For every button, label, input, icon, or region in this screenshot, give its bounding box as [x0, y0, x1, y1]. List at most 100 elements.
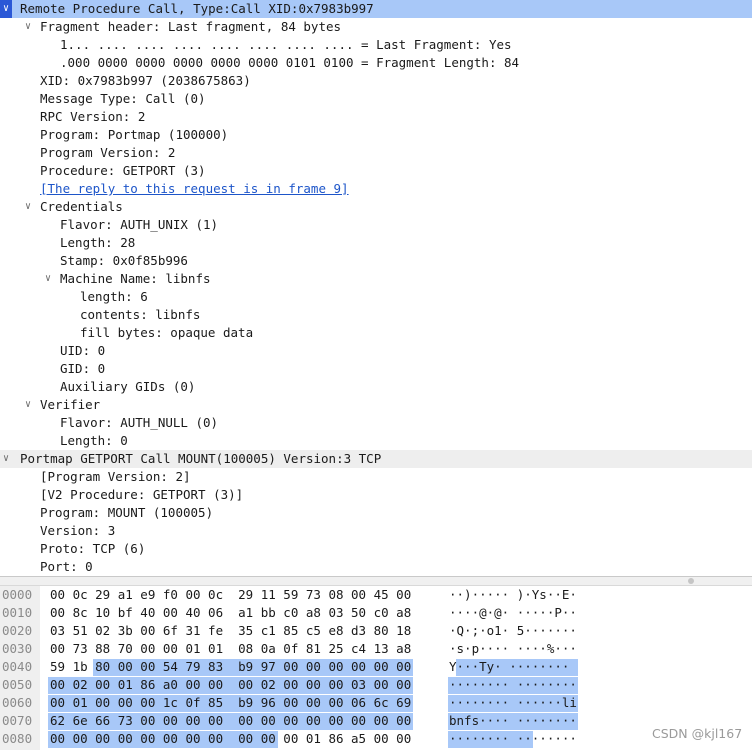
hex-offset: 0010 — [2, 605, 33, 620]
hex-bytes: 62 6e 66 73 00 00 00 00 00 00 00 00 00 0… — [50, 713, 412, 728]
tree-field-row[interactable]: Flavor: AUTH_NULL (0) — [0, 414, 752, 432]
tree-field-row[interactable]: Program: MOUNT (100005) — [0, 504, 752, 522]
tree-field-row[interactable]: XID: 0x7983b997 (2038675863) — [0, 72, 752, 90]
tree-label: GID: 0 — [60, 361, 106, 376]
tree-label: [V2 Procedure: GETPORT (3)] — [40, 487, 244, 502]
ascii-bytes: ··)····· )·Ys··E· — [449, 587, 577, 602]
tree-field-row[interactable]: contents: libnfs — [0, 306, 752, 324]
expand-toggle-icon[interactable]: ∨ — [22, 396, 34, 414]
tree-label: Portmap GETPORT Call MOUNT(100005) Versi… — [20, 451, 382, 466]
tree-field-row[interactable]: .000 0000 0000 0000 0000 0000 0101 0100 … — [0, 54, 752, 72]
tree-field-row[interactable]: ∨ Fragment header: Last fragment, 84 byte… — [0, 18, 752, 36]
tree-field-row[interactable]: GID: 0 — [0, 360, 752, 378]
tree-label: Remote Procedure Call, Type:Call XID:0x7… — [20, 1, 374, 16]
hex-bytes: 00 00 00 00 00 00 00 00 00 00 00 01 86 a… — [50, 731, 412, 746]
tree-label: Stamp: 0x0f85b996 — [60, 253, 188, 268]
packet-bytes-pane[interactable]: 0000 00 0c 29 a1 e9 f0 00 0c 29 11 59 73 … — [0, 586, 752, 750]
tree-field-row[interactable]: ∨ Verifier — [0, 396, 752, 414]
tree-label: Credentials — [40, 199, 123, 214]
tree-label: Port: 0 — [40, 559, 93, 574]
tree-field-row[interactable]: Flavor: AUTH_UNIX (1) — [0, 216, 752, 234]
hex-bytes: 00 0c 29 a1 e9 f0 00 0c 29 11 59 73 08 0… — [50, 587, 412, 602]
frame-link[interactable]: [The reply to this request is in frame 9… — [40, 180, 349, 198]
tree-field-row[interactable]: Proto: TCP (6) — [0, 540, 752, 558]
hex-line[interactable]: 0040 59 1b 80 00 00 54 79 83 b9 97 00 00 … — [0, 658, 752, 676]
expand-toggle-icon[interactable]: ∨ — [0, 450, 12, 468]
tree-field-row[interactable]: Message Type: Call (0) — [0, 90, 752, 108]
tree-label: UID: 0 — [60, 343, 106, 358]
ascii-bytes: ·s·p···· ····%··· — [449, 641, 577, 656]
tree-label: Program: Portmap (100000) — [40, 127, 229, 142]
tree-field-row[interactable]: Length: 28 — [0, 234, 752, 252]
tree-label: [Program Version: 2] — [40, 469, 191, 484]
tree-label: Procedure: GETPORT (3) — [40, 163, 206, 178]
tree-label: fill bytes: opaque data — [80, 325, 254, 340]
hex-bytes: 03 51 02 3b 00 6f 31 fe 35 c1 85 c5 e8 d… — [50, 623, 412, 638]
hex-bytes: 59 1b 80 00 00 54 79 83 b9 97 00 00 00 0… — [50, 659, 412, 674]
tree-field-row[interactable]: Stamp: 0x0f85b996 — [0, 252, 752, 270]
tree-field-row[interactable]: [The reply to this request is in frame 9… — [0, 180, 752, 198]
tree-field-row[interactable]: RPC Version: 2 — [0, 108, 752, 126]
tree-label: 1... .... .... .... .... .... .... .... … — [60, 37, 512, 52]
tree-field-row[interactable]: Procedure: GETPORT (3) — [0, 162, 752, 180]
tree-field-row[interactable]: ∨ Credentials — [0, 198, 752, 216]
tree-label: Auxiliary GIDs (0) — [60, 379, 196, 394]
ascii-bytes: ····@·@· ·····P·· — [449, 605, 577, 620]
tree-label: length: 6 — [80, 289, 148, 304]
splitter-handle[interactable] — [688, 578, 694, 584]
hex-offset: 0000 — [2, 587, 33, 602]
tree-label: Length: 0 — [60, 433, 128, 448]
tree-field-row[interactable]: Length: 0 — [0, 432, 752, 450]
tree-label: Version: 3 — [40, 523, 116, 538]
tree-label: Message Type: Call (0) — [40, 91, 206, 106]
hex-offset: 0030 — [2, 641, 33, 656]
hex-line[interactable]: 0020 03 51 02 3b 00 6f 31 fe 35 c1 85 c5 … — [0, 622, 752, 640]
tree-label: Fragment header: Last fragment, 84 bytes — [40, 19, 342, 34]
tree-label: Verifier — [40, 397, 101, 412]
tree-field-row[interactable]: 1... .... .... .... .... .... .... .... … — [0, 36, 752, 54]
ascii-bytes: bnfs···· ········ — [449, 713, 577, 728]
tree-field-row[interactable]: fill bytes: opaque data — [0, 324, 752, 342]
tree-field-row[interactable]: length: 6 — [0, 288, 752, 306]
hex-line[interactable]: 0000 00 0c 29 a1 e9 f0 00 0c 29 11 59 73 … — [0, 586, 752, 604]
pane-splitter[interactable] — [0, 576, 752, 586]
tree-section-row[interactable]: ∨ Remote Procedure Call, Type:Call XID:0x… — [0, 0, 752, 18]
hex-line[interactable]: 0070 62 6e 66 73 00 00 00 00 00 00 00 00 … — [0, 712, 752, 730]
tree-label: Program Version: 2 — [40, 145, 176, 160]
packet-details-pane[interactable]: ∨ Remote Procedure Call, Type:Call XID:0x… — [0, 0, 752, 576]
watermark: CSDN @kjl167 — [652, 726, 743, 741]
hex-offset: 0020 — [2, 623, 33, 638]
ascii-bytes: ········ ······li — [449, 695, 577, 710]
tree-field-row[interactable]: [Program Version: 2] — [0, 468, 752, 486]
tree-field-row[interactable]: Version: 3 — [0, 522, 752, 540]
tree-field-row[interactable]: Program Version: 2 — [0, 144, 752, 162]
tree-field-row[interactable]: [V2 Procedure: GETPORT (3)] — [0, 486, 752, 504]
tree-label: Length: 28 — [60, 235, 136, 250]
tree-field-row[interactable]: UID: 0 — [0, 342, 752, 360]
expand-toggle-icon[interactable]: ∨ — [42, 270, 54, 288]
tree-field-row[interactable]: ∨ Machine Name: libnfs — [0, 270, 752, 288]
hex-offset: 0040 — [2, 659, 33, 674]
expand-toggle-icon[interactable]: ∨ — [22, 18, 34, 36]
hex-line[interactable]: 0010 00 8c 10 bf 40 00 40 06 a1 bb c0 a8 … — [0, 604, 752, 622]
hex-bytes: 00 73 88 70 00 00 01 01 08 0a 0f 81 25 c… — [50, 641, 412, 656]
tree-field-row[interactable]: Port: 0 — [0, 558, 752, 576]
tree-label: .000 0000 0000 0000 0000 0000 0101 0100 … — [60, 55, 520, 70]
hex-line[interactable]: 0060 00 01 00 00 00 1c 0f 85 b9 96 00 00 … — [0, 694, 752, 712]
hex-offset: 0050 — [2, 677, 33, 692]
expand-toggle-icon[interactable]: ∨ — [0, 0, 12, 18]
tree-label: RPC Version: 2 — [40, 109, 146, 124]
tree-label: Program: MOUNT (100005) — [40, 505, 214, 520]
ascii-bytes: ········ ········ — [449, 731, 577, 746]
tree-label: Flavor: AUTH_NULL (0) — [60, 415, 219, 430]
hex-line[interactable]: 0050 00 02 00 01 86 a0 00 00 00 02 00 00 … — [0, 676, 752, 694]
tree-label: contents: libnfs — [80, 307, 201, 322]
hex-bytes: 00 8c 10 bf 40 00 40 06 a1 bb c0 a8 03 5… — [50, 605, 412, 620]
tree-field-row[interactable]: Auxiliary GIDs (0) — [0, 378, 752, 396]
hex-line[interactable]: 0030 00 73 88 70 00 00 01 01 08 0a 0f 81 … — [0, 640, 752, 658]
hex-offset: 0080 — [2, 731, 33, 746]
tree-field-row[interactable]: Program: Portmap (100000) — [0, 126, 752, 144]
tree-section-row[interactable]: ∨ Portmap GETPORT Call MOUNT(100005) Vers… — [0, 450, 752, 468]
hex-line[interactable]: 0080 00 00 00 00 00 00 00 00 00 00 00 01 … — [0, 730, 752, 748]
expand-toggle-icon[interactable]: ∨ — [22, 198, 34, 216]
